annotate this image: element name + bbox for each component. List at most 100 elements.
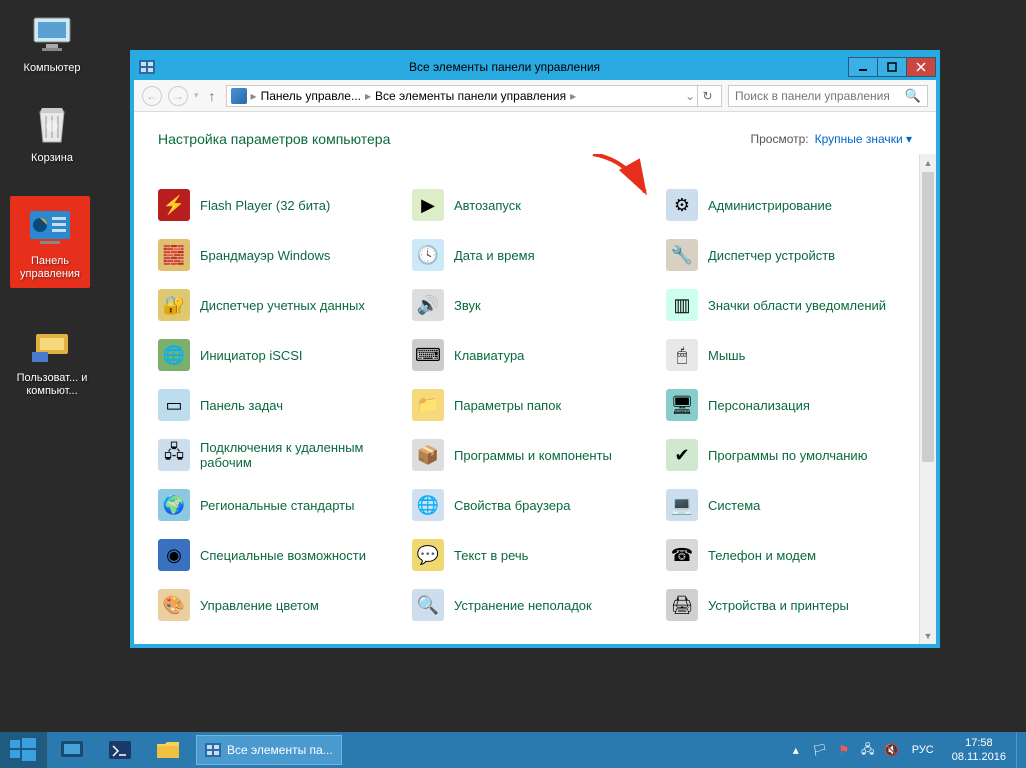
cp-item-phone-modem[interactable]: ☎Телефон и модем bbox=[662, 530, 912, 580]
taskbar-task-control-panel[interactable]: Все элементы па... bbox=[196, 735, 342, 765]
autoplay-icon: ▶ bbox=[412, 189, 444, 221]
mouse-icon: 🖱 bbox=[666, 339, 698, 371]
cp-item-devices-printers[interactable]: 🖨Устройства и принтеры bbox=[662, 580, 912, 630]
cp-item-region[interactable]: 🌍 Региональные стандарты bbox=[154, 480, 404, 530]
phone-modem-icon: ☎ bbox=[666, 539, 698, 571]
scroll-up-button[interactable]: ▲ bbox=[920, 154, 936, 171]
breadcrumb-separator-icon: ▸ bbox=[363, 89, 373, 103]
taskbar-pinned-server-manager[interactable] bbox=[50, 735, 94, 765]
cp-item-autoplay[interactable]: ▶Автозапуск bbox=[408, 180, 658, 230]
window-icon bbox=[134, 54, 160, 80]
cp-item-iscsi[interactable]: 🌐Инициатор iSCSI bbox=[154, 330, 404, 380]
minimize-button[interactable] bbox=[848, 57, 878, 77]
cp-item-label: Свойства браузера bbox=[454, 498, 570, 513]
cp-item-flash[interactable]: ⚡Flash Player (32 бита) bbox=[154, 180, 404, 230]
desktop: Компьютер Корзина Панель управления Поль… bbox=[0, 0, 1026, 732]
cp-item-color-mgmt[interactable]: 🎨Управление цветом bbox=[154, 580, 404, 630]
back-button: ← bbox=[142, 86, 162, 106]
cp-item-label: Подключения к удаленным рабочим bbox=[200, 440, 400, 470]
cp-item-internet-options[interactable]: 🌐 Свойства браузера bbox=[408, 480, 658, 530]
cp-item-firewall[interactable]: 🧱Брандмауэр Windows bbox=[154, 230, 404, 280]
cp-item-system[interactable]: 💻Система bbox=[662, 480, 912, 530]
scrollbar-thumb[interactable] bbox=[922, 172, 934, 462]
breadcrumb-control-panel[interactable]: Панель управле... bbox=[261, 89, 361, 103]
start-button[interactable] bbox=[0, 732, 48, 768]
taskbar-icon: ▭ bbox=[158, 389, 190, 421]
search-input[interactable] bbox=[735, 89, 905, 103]
cp-item-device-manager[interactable]: 🔧Диспетчер устройств bbox=[662, 230, 912, 280]
tray-network-icon[interactable]: 🖧 bbox=[858, 740, 878, 760]
taskbar-pinned-powershell[interactable] bbox=[98, 735, 142, 765]
cp-item-label: Региональные стандарты bbox=[200, 498, 354, 513]
desktop-icon-control-panel[interactable]: Панель управления bbox=[10, 196, 90, 288]
devices-printers-icon: 🖨 bbox=[666, 589, 698, 621]
remote-desktop-icon: 🖧 bbox=[158, 439, 190, 471]
desktop-icon-recycle-bin[interactable]: Корзина bbox=[12, 96, 92, 169]
vertical-scrollbar[interactable]: ▲ ▼ bbox=[919, 154, 936, 644]
refresh-button[interactable]: ↻ bbox=[697, 85, 717, 107]
scroll-down-button[interactable]: ▼ bbox=[920, 627, 936, 644]
cp-item-personalization[interactable]: 🖥Персонализация bbox=[662, 380, 912, 430]
cp-item-notifications-icon[interactable]: ▥Значки области уведомлений bbox=[662, 280, 912, 330]
task-icon bbox=[205, 743, 221, 757]
cp-item-label: Параметры папок bbox=[454, 398, 561, 413]
cp-item-tts[interactable]: 💬Текст в речь bbox=[408, 530, 658, 580]
datetime-icon: 🕓 bbox=[412, 239, 444, 271]
close-button[interactable] bbox=[906, 57, 936, 77]
forward-button: → bbox=[168, 86, 188, 106]
cp-item-label: Текст в речь bbox=[454, 548, 528, 563]
tray-chevron-icon[interactable]: ▴ bbox=[786, 740, 806, 760]
cp-item-taskbar[interactable]: ▭Панель задач bbox=[154, 380, 404, 430]
desktop-icon-users-computers[interactable]: Пользоват... и компьют... bbox=[12, 316, 92, 402]
cp-item-mouse[interactable]: 🖱Мышь bbox=[662, 330, 912, 380]
notification-icons-icon: ▥ bbox=[666, 289, 698, 321]
history-dropdown-icon[interactable]: ▾ bbox=[194, 90, 199, 101]
troubleshoot-icon: 🔍 bbox=[412, 589, 444, 621]
cp-item-remote-desktop[interactable]: 🖧 Подключения к удаленным рабочим bbox=[154, 430, 404, 480]
cp-item-folder-options[interactable]: 📁Параметры папок bbox=[408, 380, 658, 430]
show-desktop-button[interactable] bbox=[1016, 732, 1024, 768]
cp-item-label: Программы по умолчанию bbox=[708, 448, 867, 463]
internet-options-icon: 🌐 bbox=[412, 489, 444, 521]
cp-item-troubleshoot[interactable]: 🔍Устранение неполадок bbox=[408, 580, 658, 630]
search-box[interactable]: 🔍 bbox=[728, 85, 928, 107]
taskbar-pinned-explorer[interactable] bbox=[146, 735, 190, 765]
tray-speaker-icon[interactable]: 🔇 bbox=[882, 740, 902, 760]
desktop-icon-label: Пользоват... и компьют... bbox=[16, 372, 88, 398]
breadcrumb-separator-icon: ▸ bbox=[249, 89, 259, 103]
firewall-icon: 🧱 bbox=[158, 239, 190, 271]
titlebar[interactable]: Все элементы панели управления bbox=[134, 54, 936, 80]
cp-item-credential-manager[interactable]: 🔐 Диспетчер учетных данных bbox=[154, 280, 404, 330]
credential-manager-icon: 🔐 bbox=[158, 289, 190, 321]
cp-item-accessibility[interactable]: ◉Специальные возможности bbox=[154, 530, 404, 580]
cp-item-admin-tools[interactable]: ⚙Администрирование bbox=[662, 180, 912, 230]
view-selector[interactable]: Крупные значки ▾ bbox=[815, 132, 912, 146]
tray-security-icon[interactable]: ⚑ bbox=[834, 740, 854, 760]
cp-item-sound[interactable]: 🔊Звук bbox=[408, 280, 658, 330]
flash-icon: ⚡ bbox=[158, 189, 190, 221]
clock[interactable]: 17:58 08.11.2016 bbox=[942, 736, 1016, 764]
iscsi-icon: 🌐 bbox=[158, 339, 190, 371]
items-grid: ⚡Flash Player (32 бита)▶Автозапуск⚙Админ… bbox=[154, 180, 912, 644]
breadcrumb-all-items[interactable]: Все элементы панели управления bbox=[375, 89, 566, 103]
cp-item-label: Клавиатура bbox=[454, 348, 524, 363]
address-bar[interactable]: ▸ Панель управле... ▸ Все элементы панел… bbox=[226, 85, 722, 107]
search-icon[interactable]: 🔍 bbox=[905, 88, 921, 104]
desktop-icon-computer[interactable]: Компьютер bbox=[12, 6, 92, 79]
cp-item-keyboard[interactable]: ⌨Клавиатура bbox=[408, 330, 658, 380]
cp-item-label: Специальные возможности bbox=[200, 548, 366, 563]
cp-item-default-programs[interactable]: ✔Программы по умолчанию bbox=[662, 430, 912, 480]
device-manager-icon: 🔧 bbox=[666, 239, 698, 271]
content-area: ⚡Flash Player (32 бита)▶Автозапуск⚙Админ… bbox=[134, 154, 936, 644]
language-indicator[interactable]: РУС bbox=[904, 744, 942, 756]
cp-item-datetime[interactable]: 🕓Дата и время bbox=[408, 230, 658, 280]
cp-item-programs-features[interactable]: 📦Программы и компоненты bbox=[408, 430, 658, 480]
maximize-button[interactable] bbox=[877, 57, 907, 77]
taskbar-left: Все элементы па... bbox=[0, 732, 342, 768]
up-button[interactable]: ↑ bbox=[205, 88, 220, 104]
cp-item-label: Программы и компоненты bbox=[454, 448, 612, 463]
tray-flag-icon[interactable]: 🏳 bbox=[810, 740, 830, 760]
cp-item-label: Диспетчер учетных данных bbox=[200, 298, 365, 313]
address-dropdown-icon[interactable]: ⌄ bbox=[681, 89, 695, 103]
region-icon: 🌍 bbox=[158, 489, 190, 521]
